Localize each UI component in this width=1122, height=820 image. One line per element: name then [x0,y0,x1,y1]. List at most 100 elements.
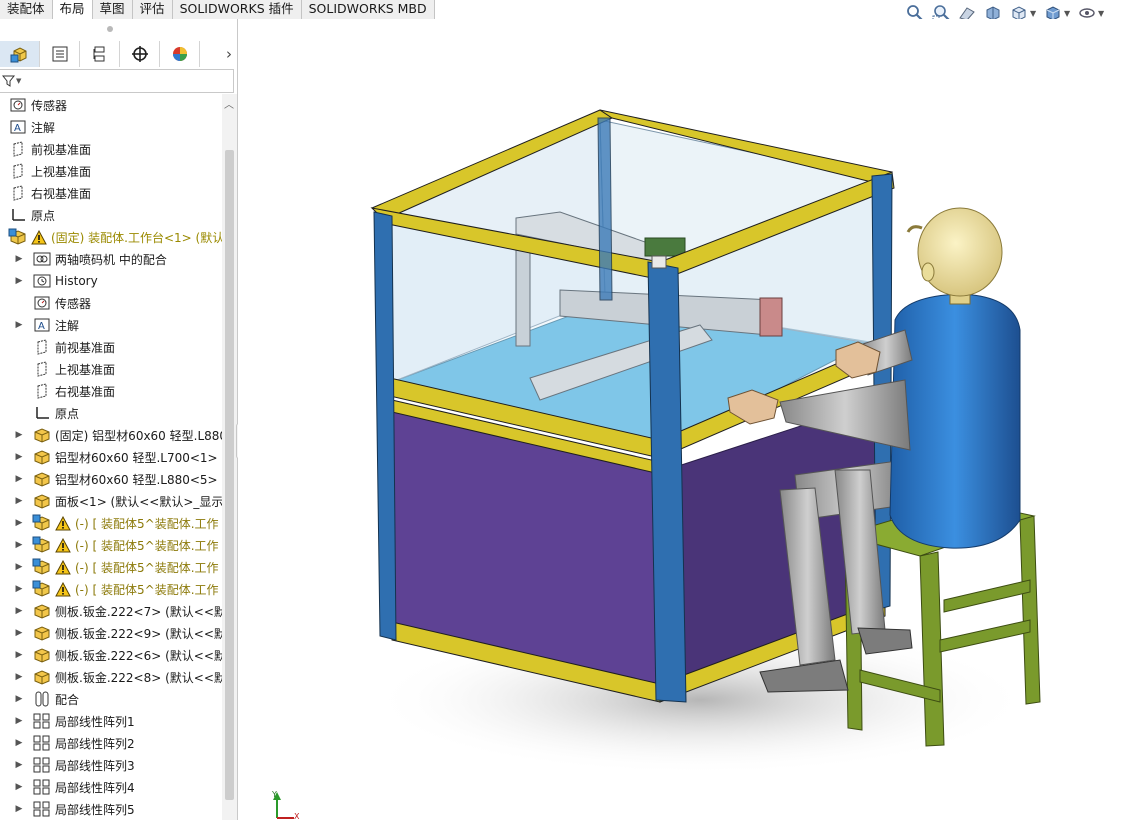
tree-item[interactable]: A 注解 [0,116,222,138]
pattern-icon [32,756,52,774]
plane-icon [32,338,52,356]
tree-item[interactable]: 传感器 [0,292,222,314]
tree-item[interactable]: ▶ 局部线性阵列4 [0,776,222,798]
part-icon [32,470,52,488]
expand-arrow-icon[interactable]: ▶ [14,518,24,528]
feature-manager-panel: › ▼ 传感器 A 注解 前视基准面 上视基准面 右视基准面 原点 (固定) 装配体.工作台<… [0,19,238,820]
tree-item-label: 局部线性阵列5 [55,802,135,817]
expand-arrow-icon[interactable]: ▶ [14,738,24,748]
tab-3[interactable]: 评估 [132,0,173,19]
expand-arrow-icon[interactable]: ▶ [14,606,24,616]
expand-arrow-icon[interactable]: ▶ [14,430,24,440]
display-manager-icon[interactable] [160,41,200,67]
expand-arrow-icon[interactable]: ▶ [14,452,24,462]
tree-item[interactable]: ▶ (固定) 铝型材60x60 轻型.L880 [0,424,222,446]
expand-arrow-icon[interactable]: ▶ [14,782,24,792]
tree-item[interactable]: 右视基准面 [0,380,222,402]
tree-item-label: 两轴喷码机 中的配合 [55,252,167,267]
tree-item[interactable]: ▶ (-) [ 装配体5^装配体.工作 [0,578,222,600]
expand-arrow-icon[interactable]: ▶ [14,628,24,638]
expand-arrow-icon[interactable]: ▶ [14,760,24,770]
tab-0[interactable]: 装配体 [0,0,53,19]
tree-item[interactable]: ▶ 侧板.钣金.222<6> (默认<<默 [0,644,222,666]
expand-arrow-icon[interactable]: ▶ [14,804,24,814]
tree-item[interactable]: ▶ (-) [ 装配体5^装配体.工作 [0,534,222,556]
chevron-down-icon[interactable]: ▼ [16,77,21,85]
tree-item[interactable]: ▶ History [0,270,222,292]
warning-icon [31,229,47,245]
scroll-thumb[interactable] [225,150,234,800]
expand-arrow-icon[interactable]: ▶ [14,474,24,484]
tree-item[interactable]: 前视基准面 [0,138,222,160]
history-icon [32,272,52,290]
tree-item[interactable]: ▶ 侧板.钣金.222<8> (默认<<默 [0,666,222,688]
chevron-up-icon[interactable]: ︿ [224,96,234,111]
tree-item[interactable]: 前视基准面 [0,336,222,358]
expand-arrow-icon[interactable]: ▶ [14,584,24,594]
tree-item[interactable]: ▶ 侧板.钣金.222<9> (默认<<默 [0,622,222,644]
graphics-area[interactable]: Y X [238,19,1122,820]
pattern-icon [32,712,52,730]
tree-item[interactable]: ▶ 局部线性阵列5 [0,798,222,820]
solidworks-window: 装配体 布局 草图 评估 SOLIDWORKS 插件 SOLIDWORKS MBD ▼ ▼… [0,0,1122,820]
tree-item[interactable]: ▶ 两轴喷码机 中的配合 [0,248,222,270]
tree-item[interactable]: ▶ 铝型材60x60 轻型.L880<5> ( [0,468,222,490]
tree-item-label: 右视基准面 [55,384,116,399]
tree-item[interactable]: ▶ (-) [ 装配体5^装配体.工作 [0,512,222,534]
tree-item-label: 侧板.钣金.222<6> (默认<<默 [55,648,222,663]
tree-item[interactable]: ▶ 局部线性阵列3 [0,754,222,776]
expand-arrow-icon[interactable]: ▶ [14,320,24,330]
tab-4[interactable]: SOLIDWORKS 插件 [172,0,302,19]
tab-1[interactable]: 布局 [52,0,93,19]
filter-icon[interactable] [2,74,16,88]
configuration-manager-icon[interactable] [80,41,120,67]
expand-arrow-icon[interactable]: ▶ [14,650,24,660]
tree-item-label: 侧板.钣金.222<7> (默认<<默 [55,604,222,619]
tree-item[interactable]: ▶ 配合 [0,688,222,710]
feature-manager-icon[interactable] [0,41,40,67]
tree-item[interactable]: 上视基准面 [0,358,222,380]
chevron-down-icon[interactable]: ▼ [1064,9,1072,18]
chevron-down-icon[interactable]: ▼ [1030,9,1038,18]
person-torso [889,293,1021,549]
expand-arrow-icon[interactable]: ▶ [14,254,24,264]
tree-item-label: (-) [ 装配体5^装配体.工作 [75,560,219,575]
expand-arrow-icon[interactable]: ▶ [14,672,24,682]
tab-5[interactable]: SOLIDWORKS MBD [301,0,435,19]
tree-item[interactable]: 右视基准面 [0,182,222,204]
tree-item[interactable]: 原点 [0,204,222,226]
tree-item[interactable]: ▶ 局部线性阵列1 [0,710,222,732]
property-manager-icon[interactable] [40,41,80,67]
chevron-down-icon[interactable]: ▼ [1098,9,1106,18]
tree-item[interactable]: 传感器 [0,94,222,116]
tree-scrollbar[interactable]: ︿ [222,94,237,820]
tree-item[interactable]: (固定) 装配体.工作台<1> (默认 [0,226,222,248]
expand-arrow-icon[interactable]: ▶ [14,540,24,550]
tree-item[interactable]: ▶ (-) [ 装配体5^装配体.工作 [0,556,222,578]
expand-arrow-icon[interactable]: ▶ [14,716,24,726]
plane-icon [32,360,52,378]
panel-grip[interactable] [107,26,113,32]
tree-item-label: (-) [ 装配体5^装配体.工作 [75,538,219,553]
post-back-left [597,117,613,301]
part-icon [32,624,52,642]
tree-item[interactable]: ▶ A 注解 [0,314,222,336]
tree-item-label: 铝型材60x60 轻型.L880<5> ( [55,472,222,487]
dimxpert-icon[interactable] [120,41,160,67]
part-icon [32,492,52,510]
tree-item[interactable]: ▶ 侧板.钣金.222<7> (默认<<默 [0,600,222,622]
mates-icon [32,690,52,708]
tree-filter[interactable]: ▼ [0,69,234,93]
expand-arrow-icon[interactable]: ▶ [14,562,24,572]
expand-arrow-icon[interactable]: ▶ [14,496,24,506]
chevron-right-icon[interactable]: › [226,45,232,63]
tree-item-label: 传感器 [55,296,92,311]
tab-2[interactable]: 草图 [92,0,133,19]
expand-arrow-icon[interactable]: ▶ [14,694,24,704]
tree-item[interactable]: ▶ 局部线性阵列2 [0,732,222,754]
tree-item[interactable]: 原点 [0,402,222,424]
tree-item[interactable]: 上视基准面 [0,160,222,182]
tree-item[interactable]: ▶ 面板<1> (默认<<默认>_显示: [0,490,222,512]
expand-arrow-icon[interactable]: ▶ [14,276,24,286]
tree-item[interactable]: ▶ 铝型材60x60 轻型.L700<1> ( [0,446,222,468]
